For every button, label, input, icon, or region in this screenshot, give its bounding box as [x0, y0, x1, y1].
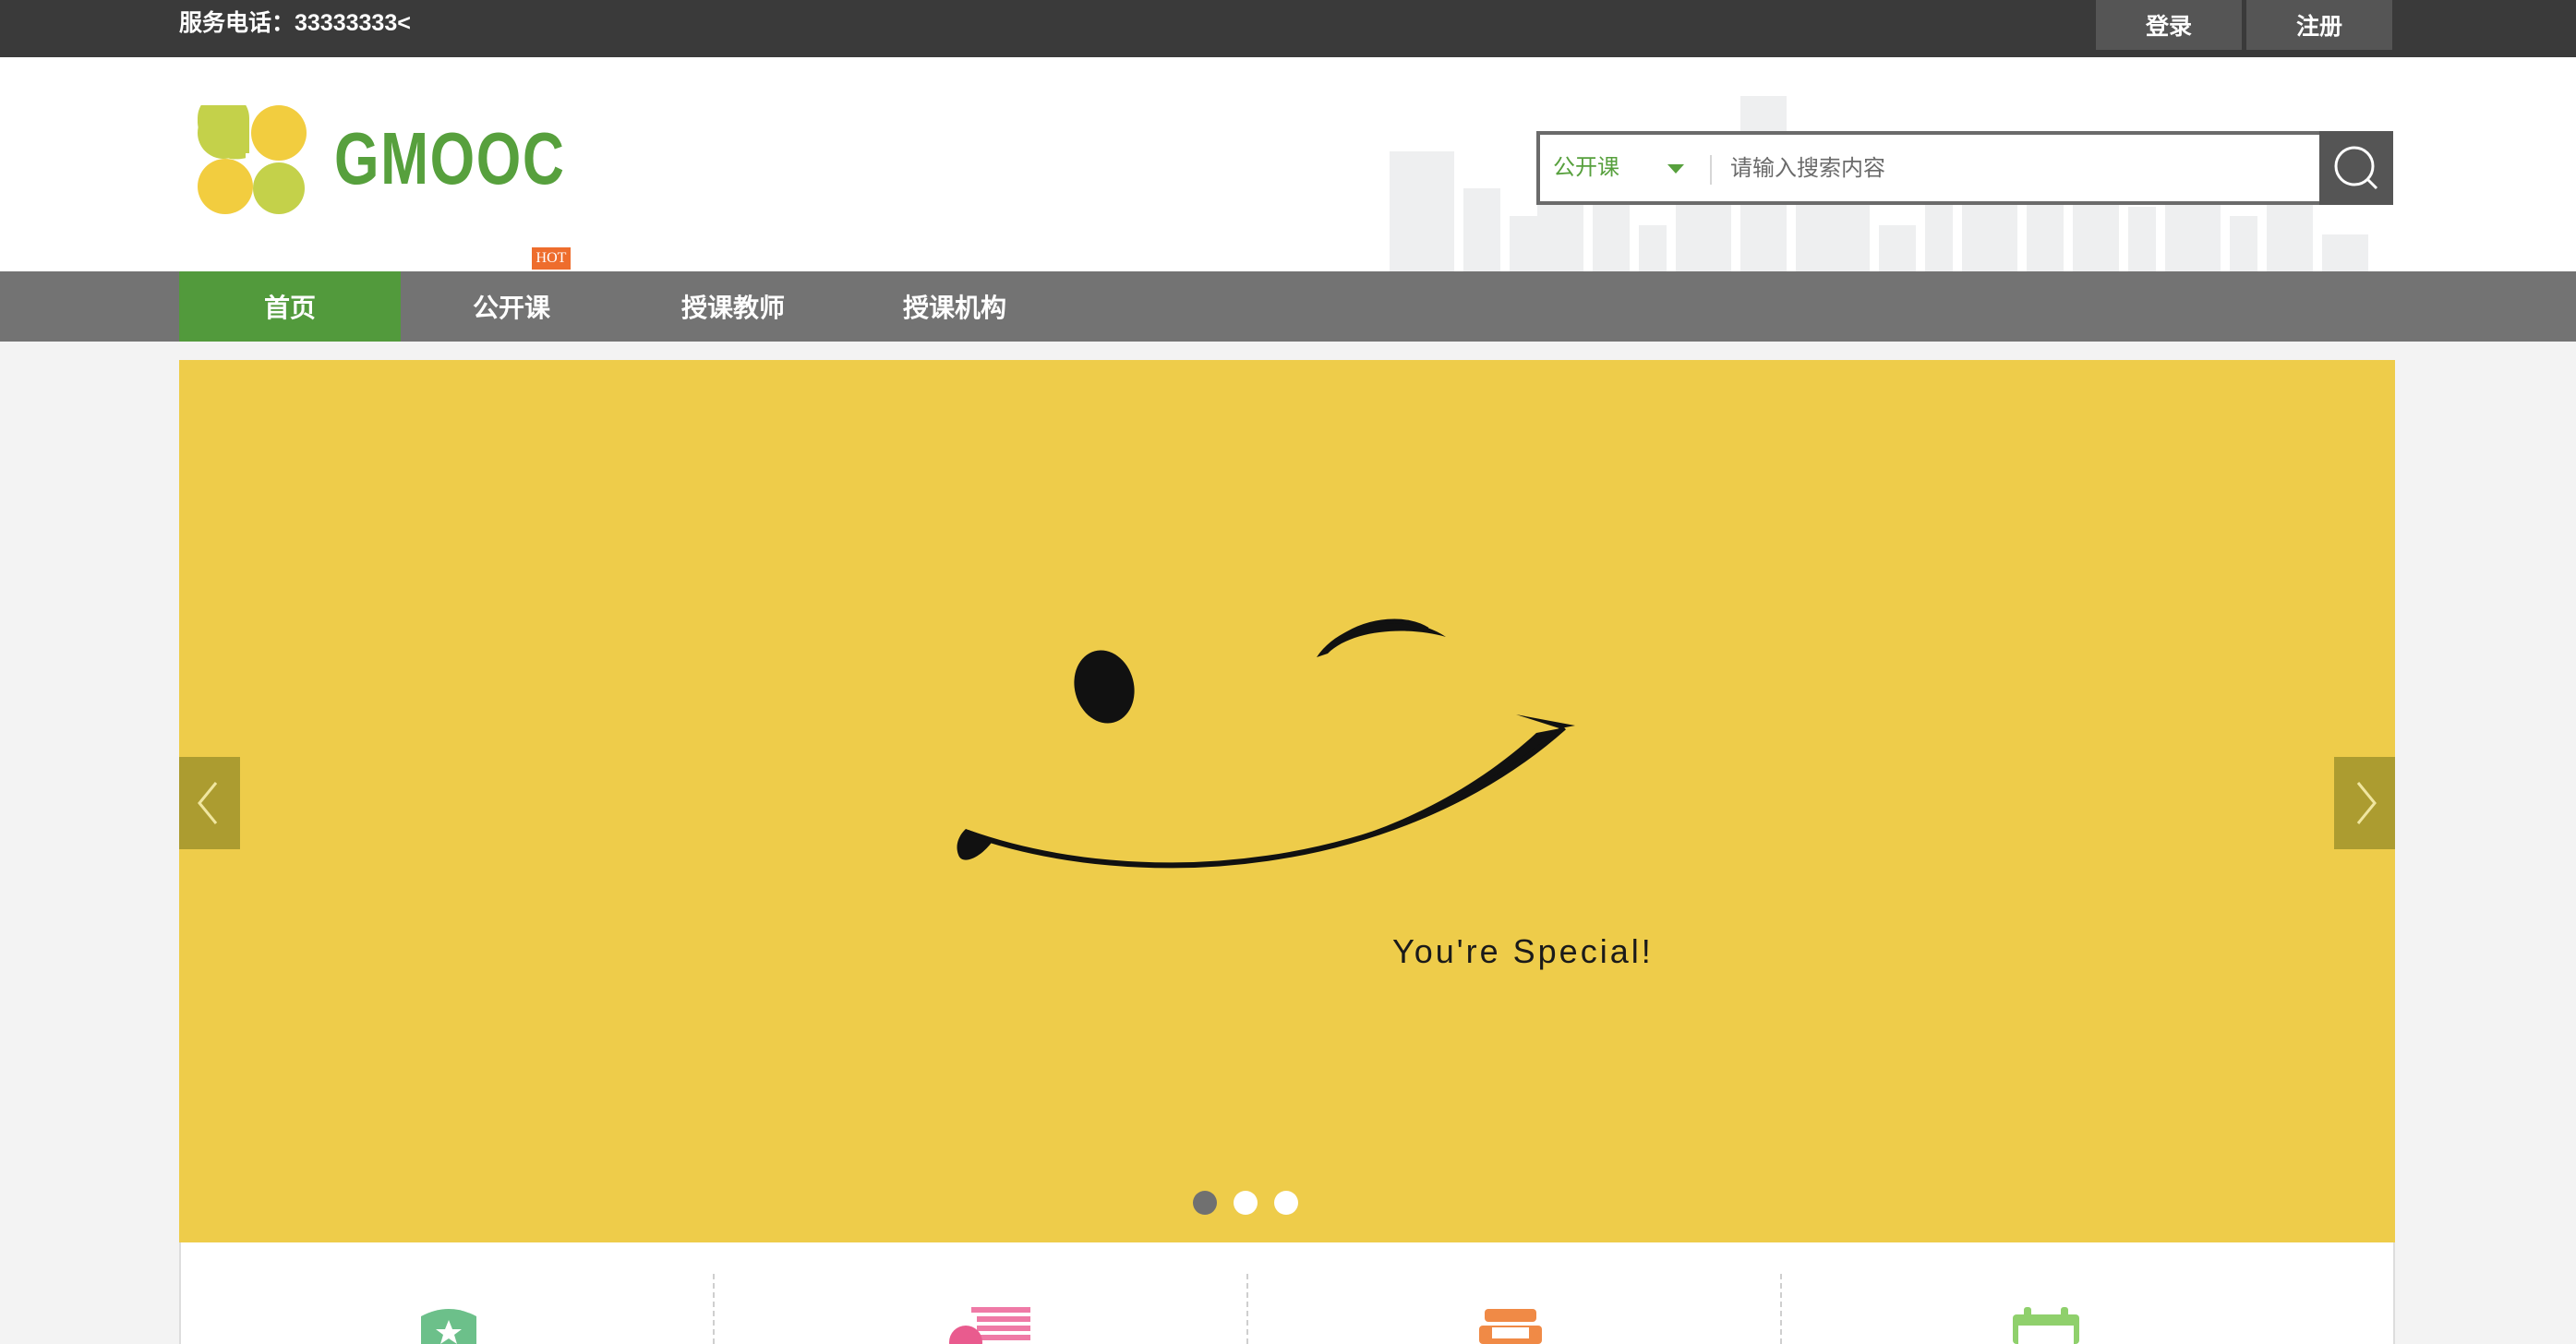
header: GMOOC 公开课 HOT [0, 57, 2576, 271]
register-button[interactable]: 注册 [2246, 0, 2392, 50]
search-button[interactable] [2319, 131, 2393, 205]
login-button[interactable]: 登录 [2096, 0, 2242, 50]
search-icon [2334, 146, 2378, 190]
divider [713, 1274, 715, 1344]
carousel-dot-3[interactable] [1274, 1191, 1298, 1215]
nav-item-teachers[interactable]: 授课教师 [622, 271, 844, 342]
top-bar: 服务电话：33333333< 登录 注册 [0, 0, 2576, 57]
carousel-prev-button[interactable] [179, 757, 240, 849]
calendar-icon[interactable] [2009, 1307, 2083, 1344]
chair-icon[interactable] [1477, 1307, 1544, 1344]
search-input[interactable] [1728, 148, 2194, 190]
chevron-right-icon [2356, 782, 2377, 824]
main-nav: 首页 公开课 授课教师 授课机构 [0, 271, 2576, 342]
divider [1780, 1274, 1782, 1344]
search-category-select[interactable]: 公开课 [1553, 135, 1619, 201]
features-strip [179, 1242, 2395, 1344]
chevron-down-icon[interactable] [1667, 164, 1684, 174]
carousel-dot-1[interactable] [1193, 1191, 1217, 1215]
search-box: 公开课 [1536, 131, 2393, 205]
list-doc-icon[interactable] [944, 1307, 1036, 1344]
carousel-dot-2[interactable] [1234, 1191, 1258, 1215]
badge-star-icon[interactable] [414, 1307, 484, 1344]
nav-item-open-courses[interactable]: 公开课 [401, 271, 622, 342]
carousel-dots [1193, 1191, 1298, 1215]
search-divider [1710, 155, 1712, 185]
logo-icon[interactable] [198, 105, 308, 216]
banner-caption: You're Special! [1392, 932, 1654, 970]
banner-carousel[interactable]: You're Special! [179, 360, 2395, 1242]
carousel-next-button[interactable] [2334, 757, 2395, 849]
smiley-illustration [957, 618, 1575, 869]
hot-badge: HOT [532, 247, 571, 270]
nav-item-home[interactable]: 首页 [179, 271, 401, 342]
logo-text[interactable]: GMOOC [334, 116, 565, 201]
chevron-left-icon [198, 782, 218, 824]
service-phone: 服务电话：33333333< [179, 10, 411, 36]
divider [1246, 1274, 1248, 1344]
nav-item-institutions[interactable]: 授课机构 [844, 271, 1065, 342]
